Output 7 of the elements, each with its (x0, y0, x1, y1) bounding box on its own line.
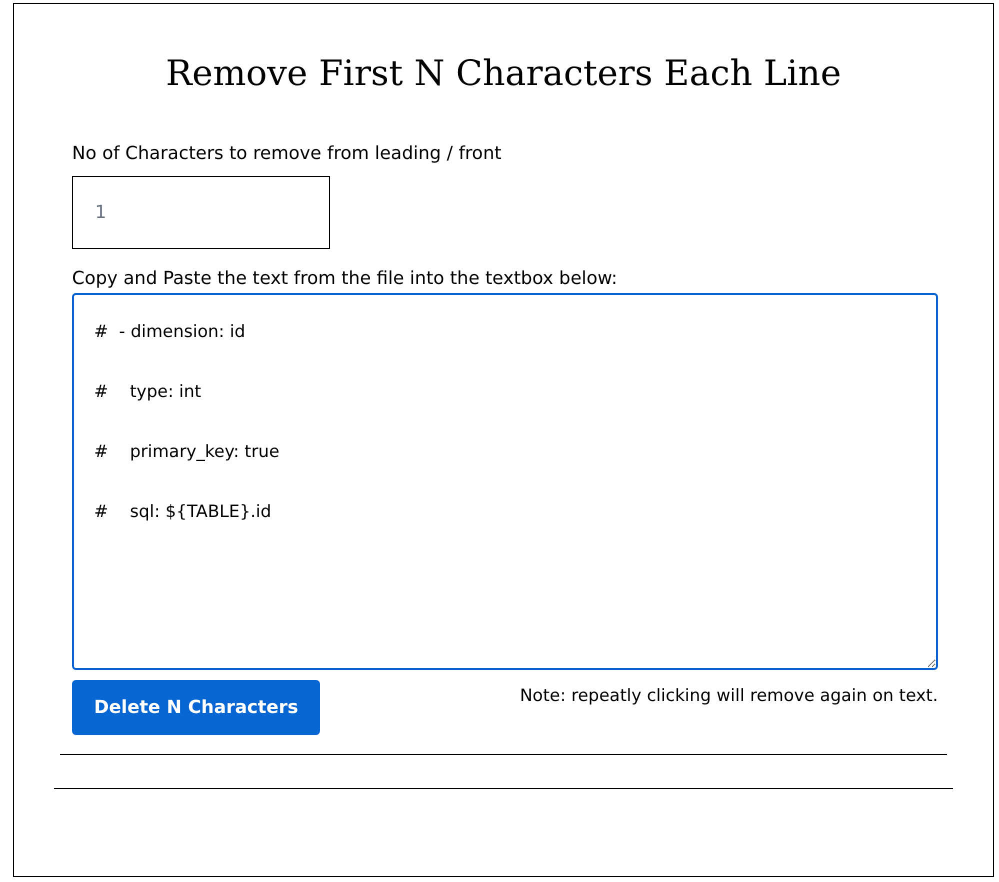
text-input-area[interactable]: # - dimension: id # type: int # primary_key: true # sql: ${TABLE}.id (72, 293, 938, 670)
field-label: No of Characters to remove from leading / front (72, 142, 502, 166)
field-label: Copy and Paste the text from the file into the textbox below: (72, 267, 618, 291)
character-count-input[interactable]: 1 (72, 176, 330, 249)
delete-characters-button[interactable]: Delete N Characters (72, 680, 320, 735)
note-text: Note: repeatly clicking will remove again on text. (520, 685, 938, 708)
page-title: Remove First N Characters Each Line (164, 53, 842, 96)
